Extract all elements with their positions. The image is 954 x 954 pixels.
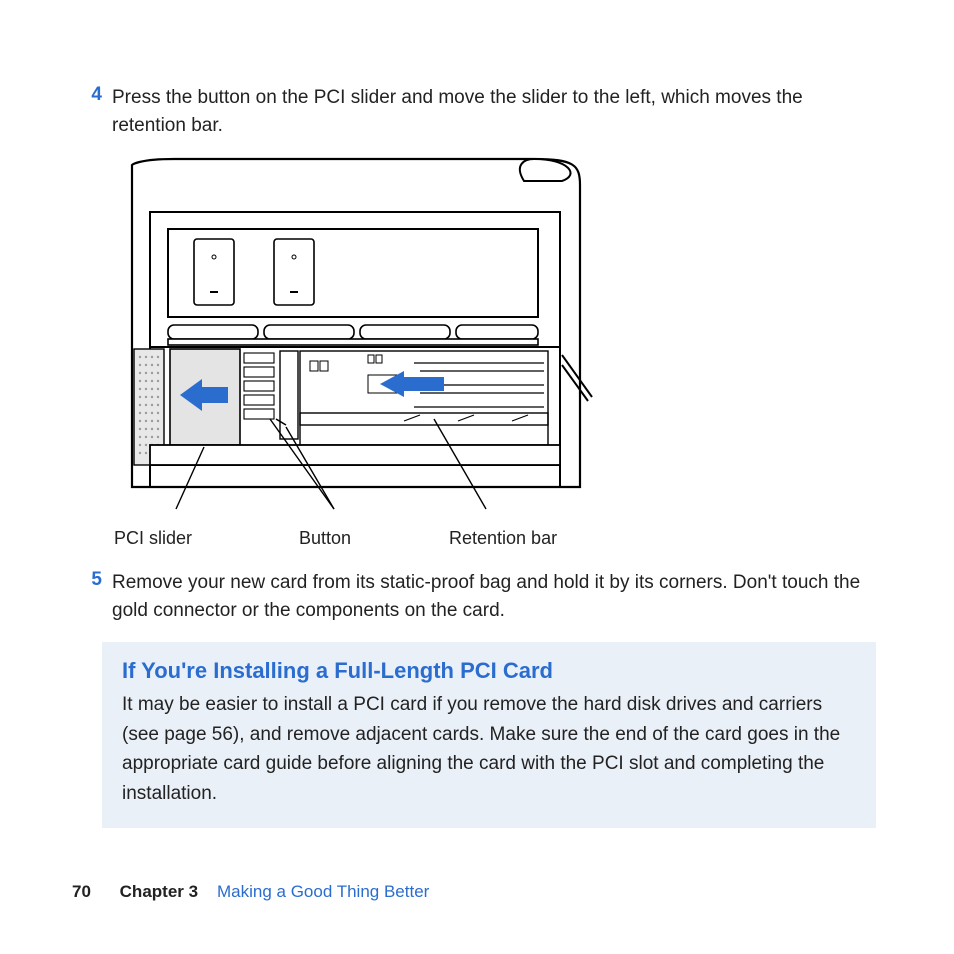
callout-body: It may be easier to install a PCI card i… xyxy=(122,690,856,808)
callout-title: If You're Installing a Full-Length PCI C… xyxy=(122,658,856,684)
label-retention-bar: Retention bar xyxy=(449,528,876,549)
chapter-title: Making a Good Thing Better xyxy=(217,882,429,901)
document-page: 4 Press the button on the PCI slider and… xyxy=(0,0,954,954)
step-text: Press the button on the PCI slider and m… xyxy=(112,84,876,139)
chapter-label: Chapter 3 xyxy=(120,882,198,901)
step-text: Remove your new card from its static-pro… xyxy=(112,569,876,624)
page-number: 70 xyxy=(72,882,91,901)
callout-box: If You're Installing a Full-Length PCI C… xyxy=(102,642,876,828)
step-number: 4 xyxy=(78,84,102,139)
step-number: 5 xyxy=(78,569,102,624)
label-pci-slider: PCI slider xyxy=(114,528,299,549)
page-footer: 70 Chapter 3 Making a Good Thing Better xyxy=(72,882,429,902)
diagram-svg xyxy=(114,157,594,517)
label-button: Button xyxy=(299,528,449,549)
page-content: 4 Press the button on the PCI slider and… xyxy=(78,84,876,828)
figure-labels: PCI slider Button Retention bar xyxy=(114,528,876,549)
instruction-step-4: 4 Press the button on the PCI slider and… xyxy=(78,84,876,139)
instruction-step-5: 5 Remove your new card from its static-p… xyxy=(78,569,876,624)
figure-mac-pro-interior xyxy=(114,157,876,522)
